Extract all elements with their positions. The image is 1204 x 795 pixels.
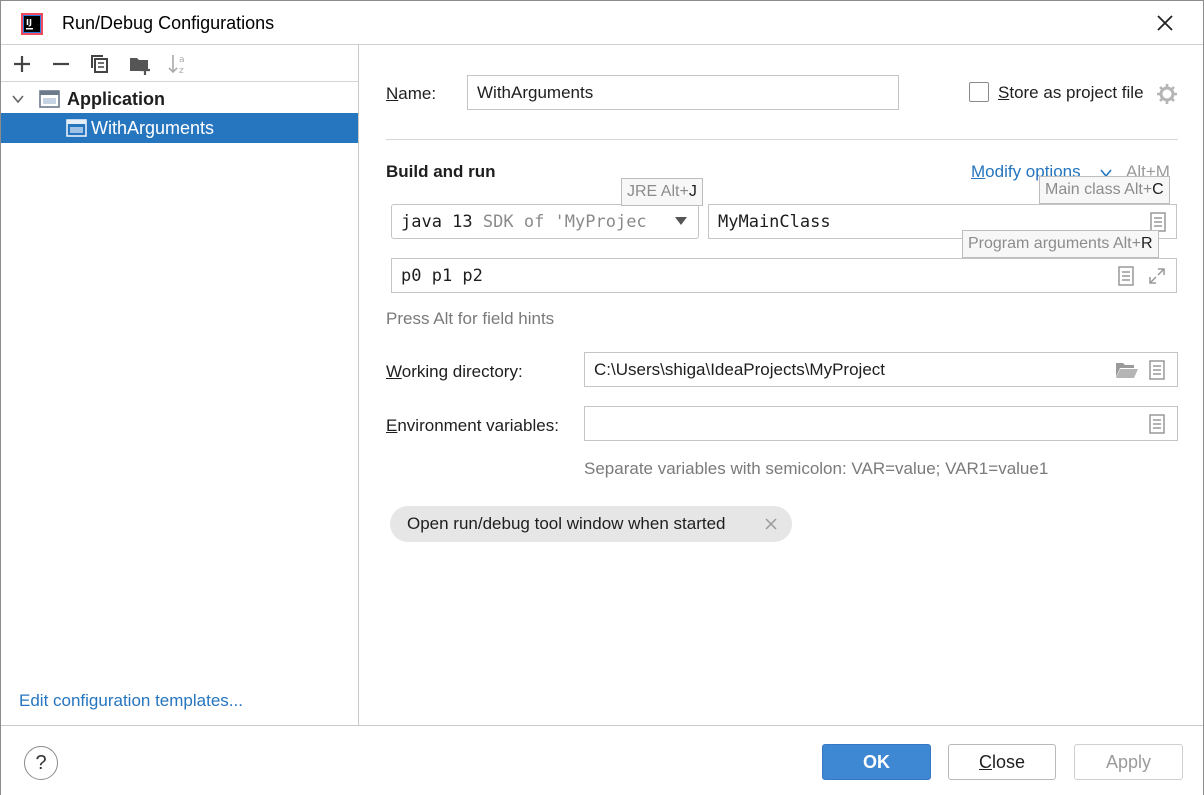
configuration-tree-panel: a z Application WithArguments Edit confi… (1, 45, 359, 725)
program-arguments-field[interactable]: p0 p1 p2 (391, 258, 1177, 293)
main-class-value: MyMainClass (718, 212, 831, 232)
tree-item-label: WithArguments (91, 118, 215, 138)
title-bar: IJ Run/Debug Configurations (1, 1, 1203, 45)
option-chip-label: Open run/debug tool window when started (407, 514, 726, 533)
run-debug-dialog: IJ Run/Debug Configurations a z Applicat… (0, 0, 1204, 795)
application-config-icon (66, 119, 87, 137)
jre-tooltip: JRE Alt+J (621, 178, 703, 206)
browse-icon[interactable] (1150, 212, 1166, 232)
svg-text:a: a (179, 55, 185, 65)
working-directory-value: C:\Users\shiga\IdeaProjects\MyProject (594, 360, 885, 379)
name-field[interactable]: WithArguments (467, 75, 899, 110)
window-title: Run/Debug Configurations (62, 13, 275, 33)
environment-variables-label: Environment variables: (386, 416, 559, 435)
build-and-run-heading: Build and run (386, 162, 496, 181)
edit-env-icon[interactable] (1149, 414, 1165, 434)
name-value: WithArguments (477, 83, 594, 102)
tree-item-witharguments[interactable]: WithArguments (1, 113, 358, 143)
folder-add-icon[interactable] (128, 52, 152, 76)
intellij-logo-icon: IJ (21, 13, 43, 35)
configuration-editor: Name: WithArguments Store as project fil… (360, 45, 1203, 725)
dialog-footer: ? OK Close Apply (1, 725, 1203, 795)
apply-button[interactable]: Apply (1074, 744, 1183, 780)
svg-text:IJ: IJ (26, 18, 32, 27)
working-directory-field[interactable]: C:\Users\shiga\IdeaProjects\MyProject (584, 352, 1178, 387)
program-arguments-tooltip: Program arguments Alt+R (962, 230, 1159, 258)
add-icon[interactable] (10, 52, 34, 76)
remove-option-icon[interactable] (762, 515, 780, 533)
expand-text-icon[interactable] (1118, 266, 1134, 286)
store-as-project-label: Store as project file (998, 83, 1144, 102)
remove-icon[interactable] (49, 52, 73, 76)
edit-templates-link[interactable]: Edit configuration templates... (19, 691, 243, 711)
field-hints-text: Press Alt for field hints (386, 309, 555, 328)
folder-open-icon[interactable] (1115, 361, 1139, 379)
sort-icon[interactable]: a z (166, 52, 190, 76)
application-config-icon (39, 90, 60, 108)
insert-macro-icon[interactable] (1149, 360, 1165, 380)
program-arguments-value: p0 p1 p2 (401, 266, 483, 286)
main-class-tooltip: Main class Alt+C (1039, 176, 1170, 204)
close-button[interactable]: Close (948, 744, 1056, 780)
working-directory-label: Working directory: (386, 362, 523, 381)
environment-variables-field[interactable] (584, 406, 1178, 441)
jre-value: java 13 SDK of 'MyProjec (401, 212, 647, 232)
close-icon[interactable] (1153, 11, 1177, 35)
svg-text:z: z (179, 66, 184, 76)
copy-icon[interactable] (88, 52, 112, 76)
name-label: Name: (386, 84, 437, 103)
expand-icon[interactable] (1148, 267, 1166, 285)
option-chip[interactable]: Open run/debug tool window when started (390, 506, 792, 542)
chevron-down-icon[interactable] (11, 92, 25, 106)
ok-button[interactable]: OK (822, 744, 931, 780)
dropdown-arrow-icon[interactable] (674, 216, 688, 226)
tree-toolbar: a z (1, 45, 358, 82)
store-as-project-checkbox[interactable] (969, 82, 989, 102)
jre-combo[interactable]: java 13 SDK of 'MyProjec (391, 204, 699, 239)
gear-icon[interactable] (1156, 83, 1178, 105)
tree-group-application[interactable]: Application (1, 84, 358, 114)
tree-group-label: Application (67, 89, 165, 109)
help-button[interactable]: ? (24, 746, 58, 780)
separator (386, 139, 1178, 140)
env-hint-text: Separate variables with semicolon: VAR=v… (584, 459, 1049, 478)
